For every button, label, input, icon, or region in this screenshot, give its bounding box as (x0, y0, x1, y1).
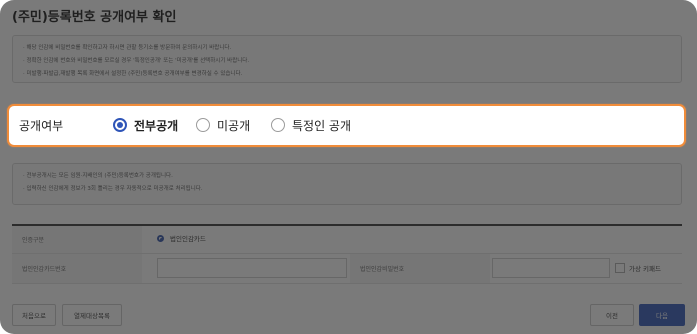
notice-top: · 해당 인감에 비밀번호를 확인하고자 하시면 관할 등기소를 방문하여 문의… (12, 35, 682, 83)
disclosure-row-highlight: 공개여부 전부공개 미공개 특정인 공개 (7, 104, 686, 147)
first-button[interactable]: 처음으로 (12, 304, 56, 326)
target-list-button[interactable]: 열제대상목록 (62, 304, 122, 326)
disclosure-option-label: 특정인 공개 (292, 118, 352, 133)
dialog-frame: (주민)등록번호 공개여부 확인 · 해당 인감에 비밀번호를 확인하고자 하시… (0, 0, 697, 334)
card-number-field[interactable] (157, 258, 347, 278)
auth-type-value: 법인인감카드 (170, 235, 206, 243)
auth-type-row: 인증구분 법인인감카드 (12, 226, 682, 254)
notice-line: · 정확한 인감에 번호와 비밀번호를 모르실 경우 '특정인공개' 또는 '미… (23, 58, 250, 64)
card-password-label: 법인인감비밀번호 (350, 254, 490, 283)
prev-button[interactable]: 이전 (590, 304, 634, 326)
radio-checked-icon[interactable] (113, 118, 127, 132)
next-button[interactable]: 다음 (639, 304, 685, 326)
disclosure-option-none[interactable]: 미공개 (196, 116, 250, 134)
radio-unchecked-icon[interactable] (196, 118, 210, 132)
disclosure-option-label: 미공개 (217, 118, 251, 133)
notice-line: · 입력하신 인감에게 정보가 3회 틀리는 경우 자동적으로 미공개로 처리됩… (23, 186, 203, 192)
notice-bottom: · 전부공개시는 모든 임원·지배인의 (주민)등록번호가 공개됩니다. · 입… (12, 163, 682, 205)
auth-type-label: 인증구분 (12, 226, 142, 253)
page-title: (주민)등록번호 공개여부 확인 (12, 10, 177, 25)
card-info-row: 법인인감카드번호 법인인감비밀번호 가상 키패드 (12, 254, 682, 284)
disclosure-option-label: 전부공개 (134, 118, 179, 133)
disclosure-label: 공개여부 (19, 119, 64, 133)
notice-line: · 미발행·파발급,재발행 목록 화면에서 설정한 (주민)등록번호 공개여부를… (23, 71, 243, 77)
virtual-keyboard-label: 가상 키패드 (629, 265, 661, 273)
disclosure-option-all[interactable]: 전부공개 (113, 116, 178, 134)
disclosure-option-specific[interactable]: 특정인 공개 (271, 116, 351, 134)
notice-line: · 해당 인감에 비밀번호를 확인하고자 하시면 관할 등기소를 방문하여 문의… (23, 45, 232, 51)
radio-unchecked-icon[interactable] (271, 118, 285, 132)
virtual-keyboard-checkbox[interactable] (615, 263, 625, 273)
card-number-label: 법인인감카드번호 (12, 254, 142, 283)
auth-type-radio[interactable] (157, 235, 164, 242)
notice-line: · 전부공개시는 모든 임원·지배인의 (주민)등록번호가 공개됩니다. (23, 173, 173, 179)
card-password-field[interactable] (492, 258, 610, 278)
